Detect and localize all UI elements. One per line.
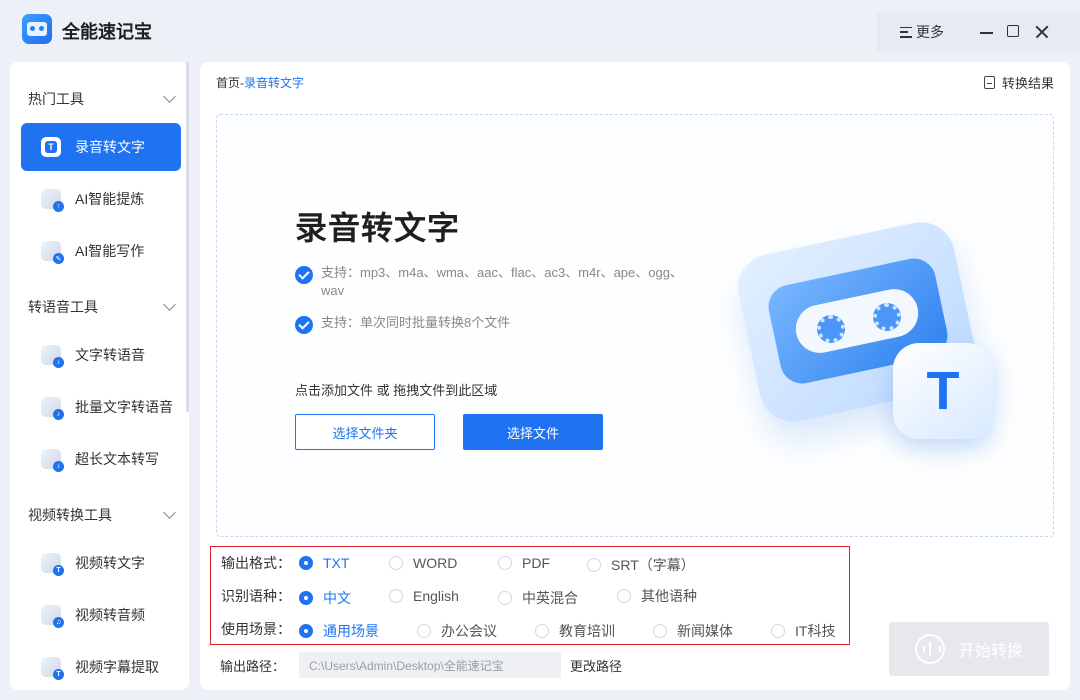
transcribe-icon: T xyxy=(41,137,61,157)
scene-general-radio[interactable]: 通用场景 xyxy=(299,621,379,641)
recorder-illustration: T xyxy=(731,215,999,439)
category-video-tools[interactable]: 视频转换工具 xyxy=(28,505,178,525)
select-file-button[interactable]: 选择文件 xyxy=(463,414,603,450)
more-button[interactable]: 更多 xyxy=(900,22,944,42)
category-to-speech[interactable]: 转语音工具 xyxy=(28,297,178,317)
window-controls: 更多 xyxy=(877,13,1080,51)
format-txt-radio[interactable]: TXT xyxy=(299,555,349,571)
sidebar-item-label: AI智能提炼 xyxy=(75,191,145,207)
dropzone-hint: 点击添加文件 或 拖拽文件到此区域 xyxy=(295,383,498,398)
category-label: 转语音工具 xyxy=(28,299,98,315)
batch-tts-icon: ♪ xyxy=(41,397,64,420)
gear-icon xyxy=(817,315,845,343)
output-path-field[interactable] xyxy=(299,652,561,678)
conversion-results-label: 转换结果 xyxy=(1001,76,1054,91)
text-to-speech-icon: ♪ xyxy=(41,345,64,368)
ai-extract-icon: ↑ xyxy=(41,189,64,212)
feature-text: 支持：mp3、m4a、wma、aac、flac、ac3、m4r、ape、ogg、… xyxy=(321,265,683,298)
check-circle-icon xyxy=(295,266,313,284)
format-srt-radio[interactable]: SRT（字幕） xyxy=(587,555,695,575)
breadcrumb-home[interactable]: 首页 xyxy=(216,76,240,90)
long-text-icon: ♪ xyxy=(41,449,64,472)
category-label: 热门工具 xyxy=(28,91,84,107)
gear-icon xyxy=(873,303,901,331)
feature-batch: 支持：单次同时批量转换8个文件 xyxy=(295,314,701,334)
maximize-icon[interactable] xyxy=(1004,22,1024,42)
scene-meeting-radio[interactable]: 办公会议 xyxy=(417,621,497,641)
scene-it-radio[interactable]: IT科技 xyxy=(771,621,835,641)
select-folder-button[interactable]: 选择文件夹 xyxy=(295,414,435,450)
format-word-radio[interactable]: WORD xyxy=(389,555,457,571)
scene-row: 使用场景： xyxy=(221,619,297,639)
chevron-down-icon xyxy=(163,90,176,103)
feature-formats: 支持：mp3、m4a、wma、aac、flac、ac3、m4r、ape、ogg、… xyxy=(295,264,701,300)
format-pdf-radio[interactable]: PDF xyxy=(498,555,550,571)
sidebar-item-label: 录音转文字 xyxy=(75,139,145,155)
sidebar-item-video-to-text[interactable]: T 视频转文字 xyxy=(21,539,181,587)
sidebar-item-audio-to-text[interactable]: T 录音转文字 xyxy=(21,123,181,171)
sidebar-item-long-text[interactable]: ♪ 超长文本转写 xyxy=(21,435,181,483)
more-label: 更多 xyxy=(916,24,944,40)
scene-label: 使用场景： xyxy=(221,621,291,637)
sidebar-item-label: AI智能写作 xyxy=(75,243,145,259)
sidebar-item-label: 批量文字转语音 xyxy=(75,399,173,415)
sidebar-item-label: 视频转音频 xyxy=(75,607,145,623)
language-english-radio[interactable]: English xyxy=(389,588,459,604)
category-hot-tools[interactable]: 热门工具 xyxy=(28,89,178,109)
sidebar-item-label: 视频字幕提取 xyxy=(75,659,159,675)
sidebar-item-text-to-speech[interactable]: ♪ 文字转语音 xyxy=(21,331,181,379)
output-path-label: 输出路径： xyxy=(220,659,286,674)
sidebar-item-label: 超长文本转写 xyxy=(75,451,159,467)
output-format-label: 输出格式： xyxy=(221,555,291,571)
sidebar-item-ai-extract[interactable]: ↑ AI智能提炼 xyxy=(21,175,181,223)
check-circle-icon xyxy=(295,316,313,334)
scene-education-radio[interactable]: 教育培训 xyxy=(535,621,615,641)
conversion-options: 输出格式： TXT WORD PDF SRT（字幕） 识别语种： 中文 Engl… xyxy=(210,546,850,645)
sidebar-item-batch-tts[interactable]: ♪ 批量文字转语音 xyxy=(21,383,181,431)
app-title: 全能速记宝 xyxy=(62,22,152,42)
breadcrumb: 首页-录音转文字 xyxy=(216,74,304,91)
app-logo-icon xyxy=(22,14,52,44)
language-row: 识别语种： xyxy=(221,586,297,606)
language-other-radio[interactable]: 其他语种 xyxy=(617,586,697,606)
video-to-audio-icon: ♫ xyxy=(41,605,64,628)
main-panel: 首页-录音转文字 转换结果 录音转文字 支持：mp3、m4a、wma、aac、f… xyxy=(200,62,1070,690)
chevron-down-icon xyxy=(163,298,176,311)
sidebar-item-video-to-audio[interactable]: ♫ 视频转音频 xyxy=(21,591,181,639)
dropzone-title: 录音转文字 xyxy=(295,210,461,246)
file-dropzone[interactable]: 录音转文字 支持：mp3、m4a、wma、aac、flac、ac3、m4r、ap… xyxy=(216,114,1054,537)
language-chinese-radio[interactable]: 中文 xyxy=(299,588,351,608)
chevron-down-icon xyxy=(163,506,176,519)
start-conversion-button[interactable]: 开始转换 xyxy=(889,622,1049,676)
sidebar-item-ai-writing[interactable]: ✎ AI智能写作 xyxy=(21,227,181,275)
output-format-row: 输出格式： xyxy=(221,553,297,573)
language-label: 识别语种： xyxy=(221,588,291,604)
change-path-button[interactable]: 更改路径 xyxy=(570,656,622,675)
language-mixed-radio[interactable]: 中英混合 xyxy=(498,588,578,608)
audio-wave-icon xyxy=(914,634,945,664)
start-conversion-label: 开始转换 xyxy=(958,643,1023,660)
menu-icon xyxy=(900,26,912,38)
subtitle-extract-icon: T xyxy=(41,657,64,680)
category-label: 视频转换工具 xyxy=(28,507,112,523)
ai-writing-icon: ✎ xyxy=(41,241,64,264)
sidebar-scrollbar[interactable] xyxy=(186,62,189,412)
video-to-text-icon: T xyxy=(41,553,64,576)
breadcrumb-current: 录音转文字 xyxy=(244,76,305,90)
sidebar-item-subtitle-extract[interactable]: T 视频字幕提取 xyxy=(21,643,181,690)
title-bar: 全能速记宝 更多 xyxy=(0,0,1080,62)
text-t-icon: T xyxy=(893,343,993,439)
close-icon[interactable] xyxy=(1033,22,1053,42)
conversion-results-button[interactable]: 转换结果 xyxy=(983,73,1054,92)
scene-news-radio[interactable]: 新闻媒体 xyxy=(653,621,733,641)
sidebar: 热门工具 T 录音转文字 ↑ AI智能提炼 ✎ AI智能写作 转语音工具 ♪ 文… xyxy=(10,62,189,690)
sidebar-item-label: 视频转文字 xyxy=(75,555,145,571)
sidebar-item-label: 文字转语音 xyxy=(75,347,145,363)
document-icon xyxy=(983,76,995,89)
feature-text: 支持：单次同时批量转换8个文件 xyxy=(321,315,511,330)
minimize-icon[interactable] xyxy=(977,22,997,42)
